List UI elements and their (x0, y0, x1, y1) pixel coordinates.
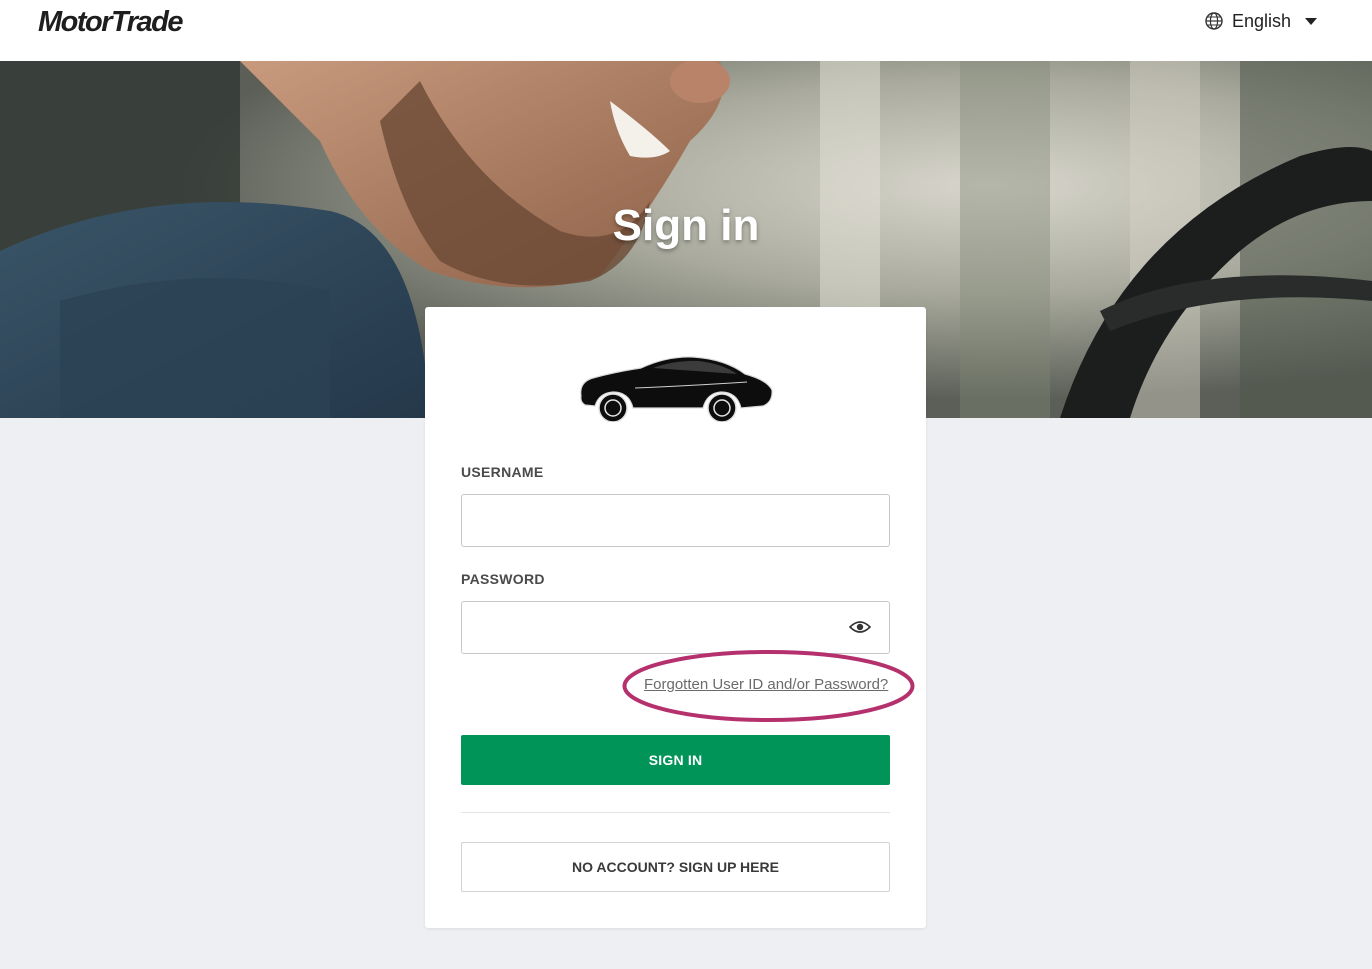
top-bar: MotorTrade English (0, 0, 1372, 61)
page-title: Sign in (612, 201, 760, 250)
language-selector[interactable]: English (1204, 9, 1318, 33)
username-label: USERNAME (461, 464, 544, 480)
forgot-credentials-link[interactable]: Forgotten User ID and/or Password? (644, 676, 888, 693)
eye-icon[interactable] (849, 620, 871, 634)
password-label: PASSWORD (461, 571, 545, 587)
globe-icon (1205, 12, 1223, 30)
caret-down-icon (1305, 17, 1318, 25)
sign-up-button[interactable]: NO ACCOUNT? SIGN UP HERE (461, 842, 890, 892)
car-icon (580, 356, 773, 422)
username-input[interactable] (461, 494, 890, 547)
language-label: English (1232, 10, 1292, 31)
sign-in-button[interactable]: SIGN IN (461, 735, 890, 785)
login-card: USERNAME PASSWORD Forgotten User ID and/… (425, 307, 926, 928)
password-input[interactable] (461, 601, 890, 654)
divider (461, 812, 890, 813)
motortrade-logo[interactable]: MotorTrade (38, 6, 183, 39)
